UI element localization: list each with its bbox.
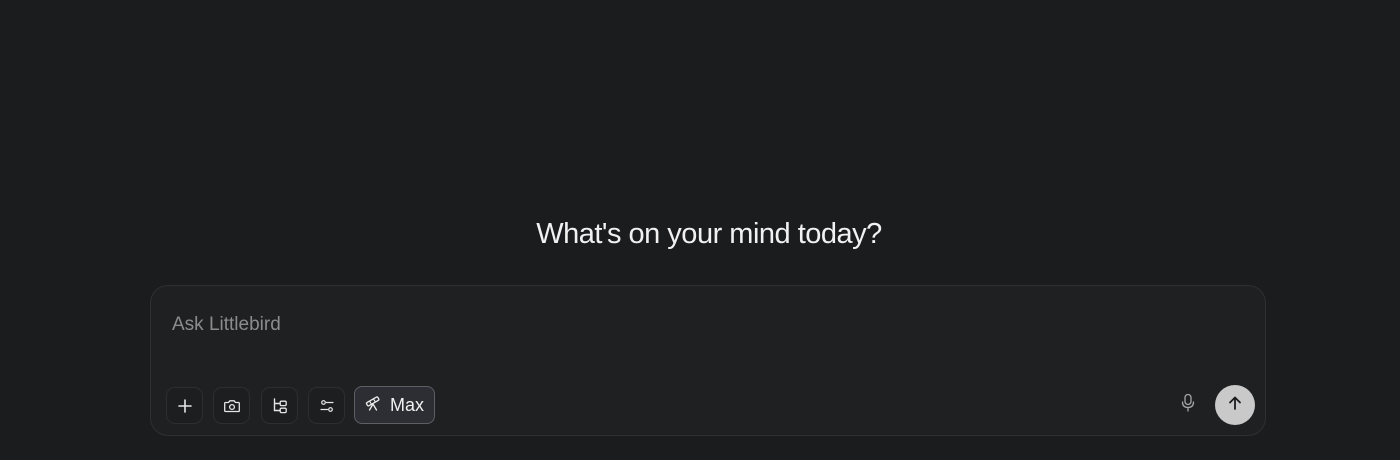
options-button[interactable] bbox=[308, 387, 345, 424]
arrow-up-icon bbox=[1227, 395, 1243, 416]
prompt-composer: Max bbox=[150, 285, 1266, 436]
send-button[interactable] bbox=[1215, 385, 1255, 425]
page-title: What's on your mind today? bbox=[536, 218, 882, 250]
prompt-input[interactable] bbox=[172, 310, 1232, 340]
chat-start-screen: What's on your mind today? Ask Littlebir… bbox=[0, 0, 1400, 460]
sliders-icon bbox=[319, 398, 335, 414]
camera-icon bbox=[223, 398, 241, 414]
telescope-icon bbox=[364, 394, 382, 417]
max-mode-button[interactable]: Max bbox=[354, 386, 435, 424]
plus-icon bbox=[177, 398, 193, 414]
context-tree-button[interactable] bbox=[261, 387, 298, 424]
add-attachment-button[interactable] bbox=[166, 387, 203, 424]
screenshot-button[interactable] bbox=[213, 387, 250, 424]
hierarchy-icon bbox=[271, 397, 289, 415]
microphone-icon bbox=[1180, 393, 1196, 418]
max-mode-label: Max bbox=[390, 395, 425, 415]
voice-input-button[interactable] bbox=[1176, 392, 1200, 418]
